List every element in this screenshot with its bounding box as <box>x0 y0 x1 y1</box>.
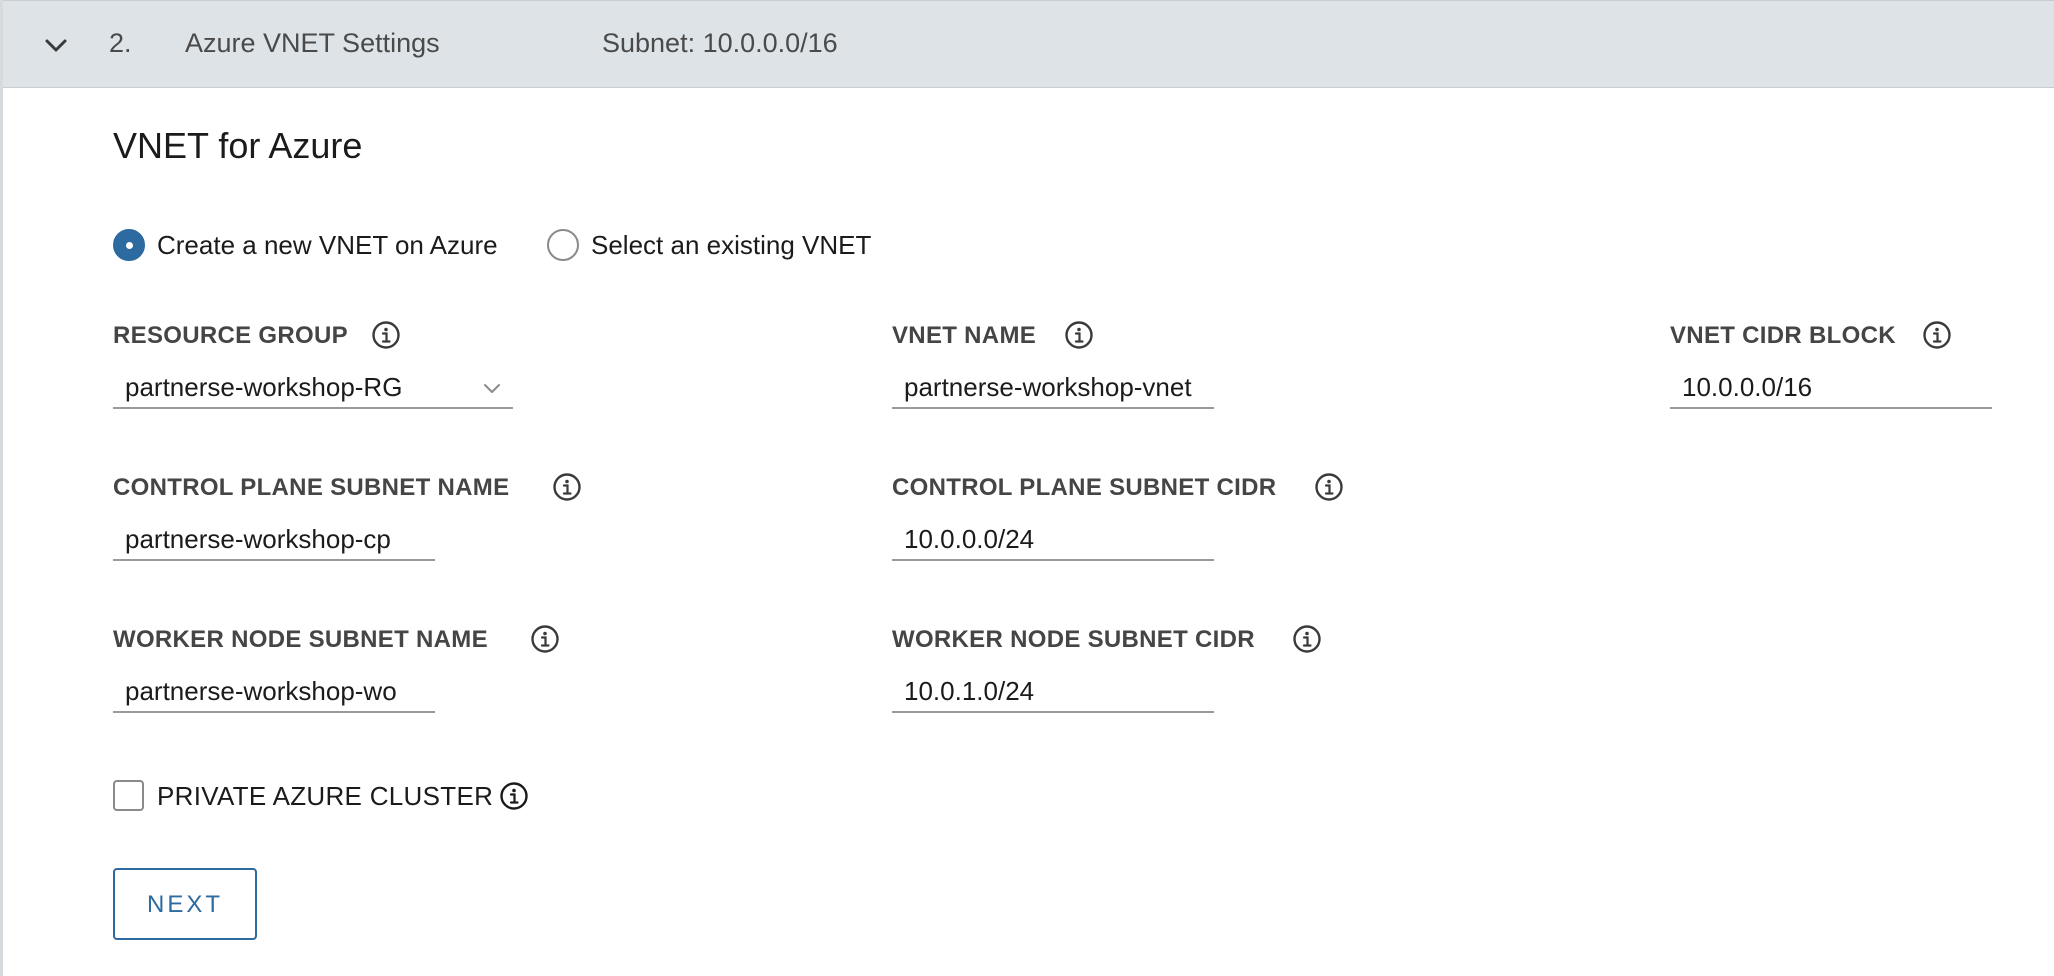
radio-label-select-existing-vnet[interactable]: Select an existing VNET <box>591 229 871 261</box>
worker-node-subnet-cidr-input[interactable] <box>892 671 1214 711</box>
chevron-down-icon[interactable] <box>43 33 69 59</box>
control-plane-subnet-name-label: CONTROL PLANE SUBNET NAME <box>113 474 510 501</box>
step-number: 2. <box>109 28 132 58</box>
vnet-name-label: VNET NAME <box>892 322 1037 349</box>
info-icon[interactable] <box>499 781 529 811</box>
control-plane-subnet-cidr-field[interactable] <box>892 519 1214 561</box>
radio-label-create-new-vnet[interactable]: Create a new VNET on Azure <box>157 229 498 261</box>
info-icon[interactable] <box>1064 320 1094 350</box>
radio-create-new-vnet[interactable] <box>113 229 145 261</box>
step-header[interactable]: 2. Azure VNET Settings Subnet: 10.0.0.0/… <box>3 0 2054 88</box>
info-icon[interactable] <box>530 624 560 654</box>
control-plane-subnet-cidr-input[interactable] <box>892 519 1214 559</box>
info-icon[interactable] <box>371 320 401 350</box>
vnet-cidr-block-label: VNET CIDR BLOCK <box>1670 322 1896 349</box>
resource-group-select[interactable]: partnerse-workshop-RG <box>113 367 513 409</box>
section-title: VNET for Azure <box>113 125 363 166</box>
radio-select-existing-vnet[interactable] <box>547 229 579 261</box>
vnet-name-field[interactable] <box>892 367 1214 409</box>
vnet-name-input[interactable] <box>892 367 1214 407</box>
worker-node-subnet-name-input[interactable] <box>113 671 435 711</box>
vnet-cidr-block-field[interactable] <box>1670 367 1992 409</box>
vnet-settings-panel: 2. Azure VNET Settings Subnet: 10.0.0.0/… <box>0 0 2054 976</box>
info-icon[interactable] <box>552 472 582 502</box>
worker-node-subnet-name-label: WORKER NODE SUBNET NAME <box>113 626 488 653</box>
info-icon[interactable] <box>1922 320 1952 350</box>
worker-node-subnet-name-field[interactable] <box>113 671 435 713</box>
info-icon[interactable] <box>1314 472 1344 502</box>
control-plane-subnet-cidr-label: CONTROL PLANE SUBNET CIDR <box>892 474 1277 501</box>
vnet-cidr-block-input[interactable] <box>1670 367 1992 407</box>
private-azure-cluster-checkbox[interactable] <box>113 780 144 811</box>
step-subtitle: Subnet: 10.0.0.0/16 <box>602 28 838 58</box>
next-button[interactable]: NEXT <box>113 868 257 940</box>
resource-group-value: partnerse-workshop-RG <box>125 372 403 402</box>
private-azure-cluster-label[interactable]: PRIVATE AZURE CLUSTER <box>157 780 493 812</box>
step-title: Azure VNET Settings <box>185 28 440 58</box>
worker-node-subnet-cidr-label: WORKER NODE SUBNET CIDR <box>892 626 1255 653</box>
info-icon[interactable] <box>1292 624 1322 654</box>
control-plane-subnet-name-field[interactable] <box>113 519 435 561</box>
worker-node-subnet-cidr-field[interactable] <box>892 671 1214 713</box>
chevron-down-icon <box>484 384 500 393</box>
resource-group-label: RESOURCE GROUP <box>113 322 348 349</box>
control-plane-subnet-name-input[interactable] <box>113 519 435 559</box>
